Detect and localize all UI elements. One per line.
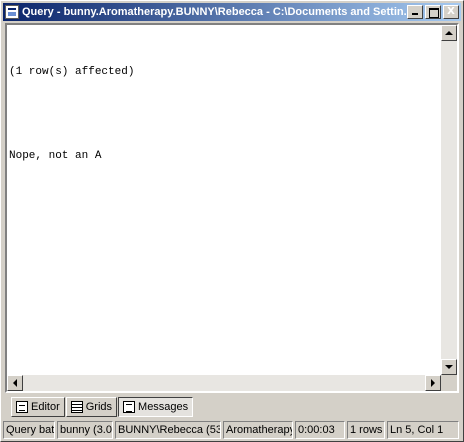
vertical-scroll-track[interactable]	[441, 41, 457, 359]
window-title: Query - bunny.Aromatherapy.BUNNY\Rebecca…	[22, 6, 413, 18]
tab-messages[interactable]: Messages	[118, 397, 194, 417]
grids-icon	[70, 401, 83, 413]
tab-messages-label: Messages	[138, 401, 189, 413]
status-database: Aromatherapy	[223, 421, 293, 439]
close-icon[interactable]: X	[443, 5, 459, 19]
message-line-blank	[9, 107, 439, 121]
status-bar: Query batc bunny (3.0) BUNNY\Rebecca (53…	[3, 421, 461, 439]
arrow-right-icon	[431, 379, 435, 387]
arrow-down-icon	[445, 365, 453, 369]
minimize-icon[interactable]	[407, 5, 423, 19]
scrollbar-corner	[441, 375, 457, 391]
status-query: Query batc	[3, 421, 55, 439]
vertical-scrollbar[interactable]	[441, 25, 457, 375]
arrow-left-icon	[13, 379, 17, 387]
messages-icon	[123, 401, 136, 413]
title-buttons: X	[405, 5, 459, 19]
status-server: bunny (3.0)	[57, 421, 113, 439]
tab-editor-label: Editor	[31, 401, 60, 413]
results-pane[interactable]: (1 row(s) affected) Nope, not an A	[5, 23, 459, 393]
tab-grids-label: Grids	[85, 401, 113, 413]
scroll-up-button[interactable]	[441, 25, 457, 41]
maximize-icon[interactable]	[425, 5, 441, 19]
message-line: (1 row(s) affected)	[9, 66, 135, 78]
horizontal-scroll-track[interactable]	[23, 375, 425, 391]
status-elapsed: 0:00:03	[295, 421, 345, 439]
arrow-up-icon	[445, 31, 453, 35]
scroll-right-button[interactable]	[425, 375, 441, 391]
horizontal-scrollbar[interactable]	[7, 375, 441, 391]
status-rows: 1 rows	[347, 421, 385, 439]
message-line: Nope, not an A	[9, 150, 102, 162]
status-position: Ln 5, Col 1	[387, 421, 459, 439]
query-window: Query - bunny.Aromatherapy.BUNNY\Rebecca…	[0, 0, 464, 442]
close-glyph: X	[447, 6, 455, 17]
editor-icon	[16, 401, 28, 413]
tab-grids[interactable]: Grids	[65, 397, 118, 417]
title-bar[interactable]: Query - bunny.Aromatherapy.BUNNY\Rebecca…	[3, 3, 461, 21]
tab-editor[interactable]: Editor	[11, 397, 65, 417]
messages-text[interactable]: (1 row(s) affected) Nope, not an A	[9, 37, 439, 377]
query-app-icon	[5, 5, 19, 19]
result-tabs: Editor Grids Messages	[11, 397, 194, 417]
scroll-left-button[interactable]	[7, 375, 23, 391]
scroll-down-button[interactable]	[441, 359, 457, 375]
status-user: BUNNY\Rebecca (53	[115, 421, 221, 439]
